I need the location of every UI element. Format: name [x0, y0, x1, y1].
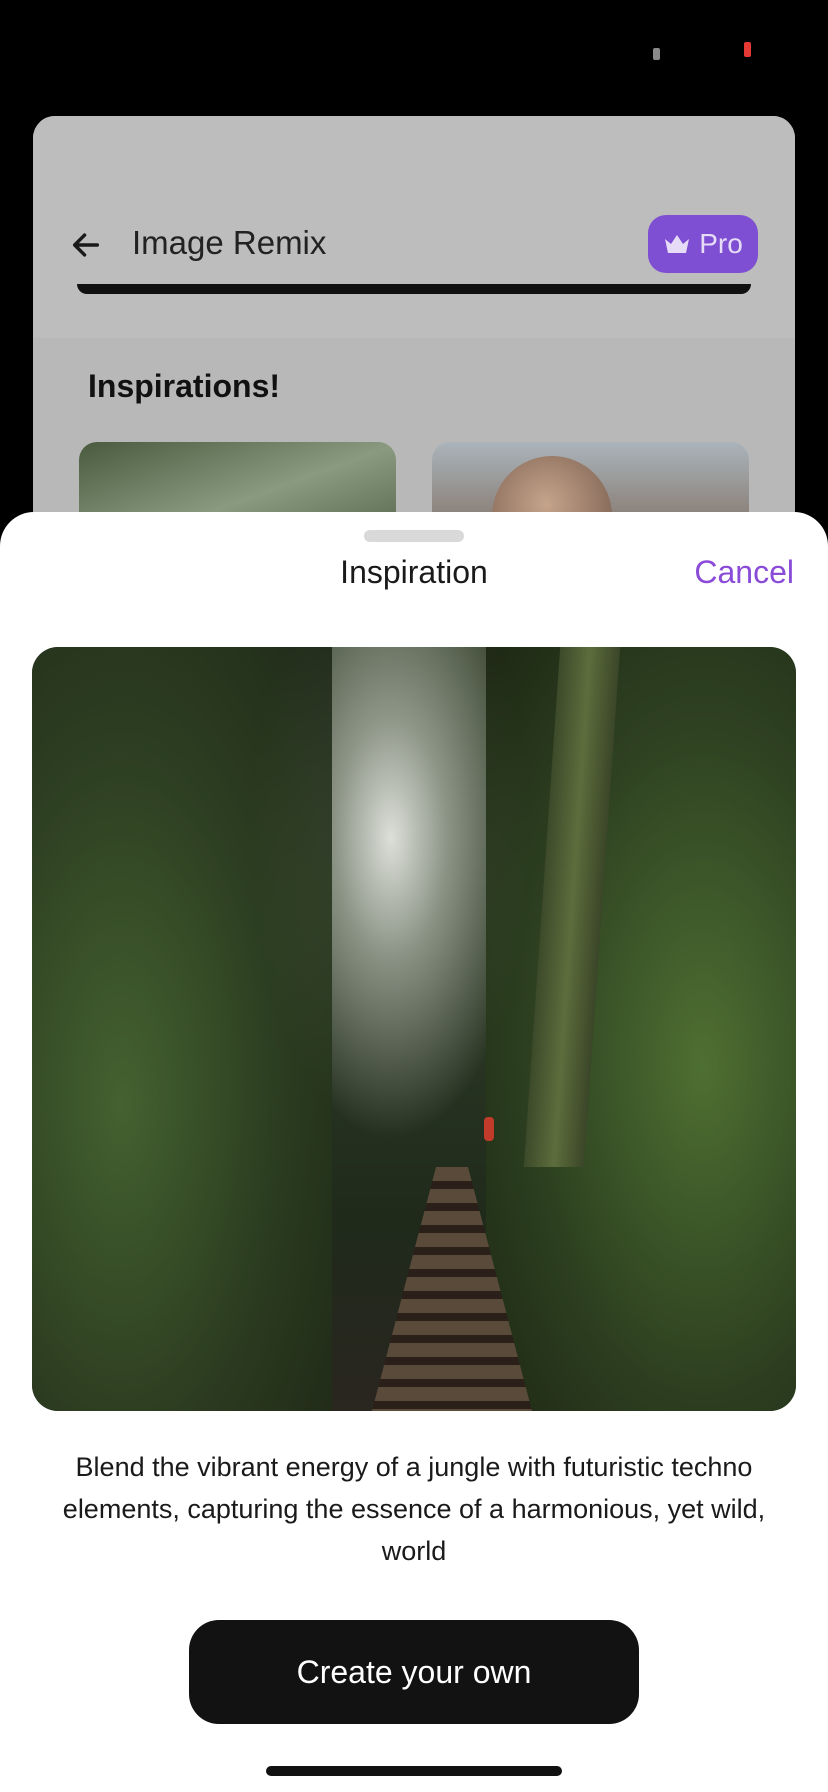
- inspiration-description: Blend the vibrant energy of a jungle wit…: [62, 1452, 766, 1566]
- inspiration-sheet: Inspiration Cancel Blend the vibrant ene…: [0, 512, 828, 1792]
- inspiration-image: [32, 647, 796, 1411]
- arrow-left-icon[interactable]: [69, 228, 103, 262]
- create-your-own-button[interactable]: Create your own: [189, 1620, 639, 1724]
- crown-icon: [665, 235, 690, 253]
- page-title: Image Remix: [132, 224, 327, 261]
- cancel-button[interactable]: Cancel: [694, 554, 794, 591]
- sheet-grabber[interactable]: [364, 530, 464, 542]
- pro-button[interactable]: Pro: [648, 215, 758, 273]
- header-divider: [77, 284, 751, 294]
- home-indicator[interactable]: [266, 1766, 562, 1776]
- recording-indicator: [744, 42, 751, 57]
- section-title: Inspirations!: [88, 368, 281, 404]
- status-indicator: [653, 48, 660, 60]
- pro-label: Pro: [699, 228, 743, 259]
